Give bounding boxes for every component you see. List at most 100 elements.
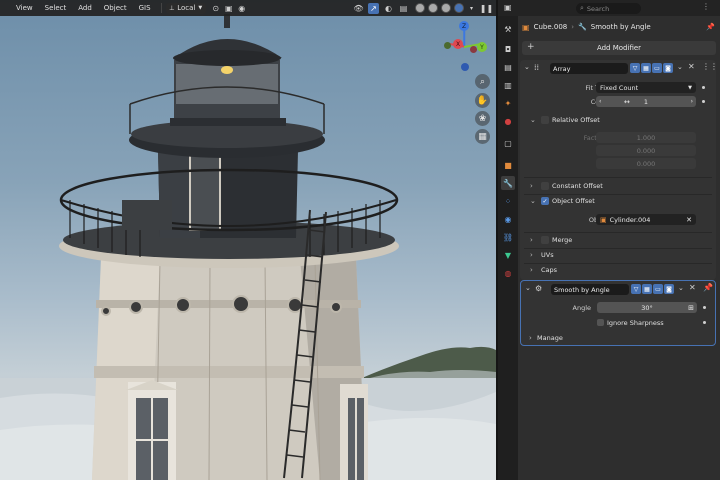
menu-view[interactable]: View xyxy=(10,4,39,12)
proportional-edit-icon[interactable]: ◉ xyxy=(236,3,247,14)
cage-toggle-icon[interactable]: ▦ xyxy=(641,63,651,73)
object-tab-icon[interactable]: ■ xyxy=(501,158,515,172)
ignore-sharpness-checkbox[interactable] xyxy=(597,319,604,326)
particles-tab-icon[interactable]: ⁘ xyxy=(501,194,515,208)
scene-tab-icon[interactable]: ✦ xyxy=(501,96,515,110)
smooth-modifier-header[interactable]: ⌄ ⚙ Smooth by Angle ▽ ▦ ▭ ◙ ⌄ ✕ 📌 xyxy=(521,281,717,297)
gizmo-y-axis[interactable]: Y xyxy=(477,42,487,52)
collapse-chevron-icon[interactable]: ⌄ xyxy=(524,63,530,71)
keyframe-dot[interactable] xyxy=(703,321,706,324)
tool-tab-icon[interactable]: ⚒ xyxy=(501,22,515,36)
menu-gis[interactable]: GIS xyxy=(133,4,157,12)
cage-toggle-icon[interactable]: ▦ xyxy=(642,284,652,294)
render-tab-icon[interactable]: ◘ xyxy=(501,42,515,56)
viewport-toggle-icon[interactable]: ▭ xyxy=(652,63,662,73)
merge-subpanel[interactable]: › Merge xyxy=(520,233,716,247)
fit-type-dropdown[interactable]: Fixed Count ▼ xyxy=(596,82,696,93)
constant-offset-checkbox[interactable] xyxy=(541,182,549,190)
gizmo-neg-y-axis[interactable] xyxy=(444,42,451,49)
menu-add[interactable]: Add xyxy=(72,4,98,12)
grid-view-icon[interactable]: ▦ xyxy=(475,129,490,144)
data-tab-icon[interactable]: ▼ xyxy=(501,248,515,262)
array-modifier-header[interactable]: ⌄ ⁞⁞ Array ▽ ▦ ▭ ◙ ⌄ ✕ ⋮⋮ xyxy=(520,60,718,76)
drag-handle-icon[interactable]: ⋮⋮ xyxy=(702,62,718,71)
add-modifier-button[interactable]: + Add Modifier xyxy=(522,41,716,55)
navigation-gizmo[interactable]: Z X Y xyxy=(440,20,490,74)
shading-options-icon[interactable]: ▾ xyxy=(466,3,477,14)
pause-icon[interactable]: ❚❚ xyxy=(480,3,493,14)
relative-offset-checkbox[interactable] xyxy=(541,116,549,124)
pin-icon[interactable]: 📌 xyxy=(706,23,715,31)
options-icon[interactable]: ⋮ xyxy=(702,2,710,11)
menu-select[interactable]: Select xyxy=(39,4,73,12)
dropdown-chevron-icon[interactable]: ⌄ xyxy=(678,284,684,292)
render-toggle-icon[interactable]: ◙ xyxy=(664,284,674,294)
factor-x-field[interactable]: 1.000 xyxy=(596,132,696,143)
factor-z-field[interactable]: 0.000 xyxy=(596,158,696,169)
clear-icon[interactable]: ✕ xyxy=(686,216,692,224)
object-field[interactable]: ▣ Cylinder.004 ✕ xyxy=(596,214,696,225)
angle-field[interactable]: 30° ⊞ xyxy=(597,302,697,313)
smooth-name-field[interactable]: Smooth by Angle xyxy=(551,284,629,295)
pin-icon[interactable]: 📌 xyxy=(703,283,713,292)
remove-modifier-icon[interactable]: ✕ xyxy=(688,62,695,71)
object-offset-subpanel[interactable]: ⌄ ✓ Object Offset xyxy=(520,194,716,208)
object-row: Object ▣ Cylinder.004 ✕ xyxy=(520,213,716,226)
gizmo-neg-x-axis[interactable] xyxy=(470,46,477,53)
material-shading-icon[interactable] xyxy=(441,3,451,13)
decrement-icon[interactable]: ‹ xyxy=(599,98,601,105)
caps-subpanel[interactable]: › Caps xyxy=(520,263,716,277)
remove-modifier-icon[interactable]: ✕ xyxy=(689,283,696,292)
pivot-icon[interactable]: ⊙ xyxy=(210,3,221,14)
pan-hand-icon[interactable]: ✋ xyxy=(475,93,490,108)
search-field[interactable]: ⌕ Search xyxy=(576,3,641,14)
object-offset-checkbox[interactable]: ✓ xyxy=(541,197,549,205)
solid-shading-icon[interactable] xyxy=(428,3,438,13)
chevron-down-icon: ⌄ xyxy=(530,116,536,124)
gizmo-neg-z-axis[interactable] xyxy=(461,63,469,71)
edit-mode-toggle-icon[interactable]: ▽ xyxy=(631,284,641,294)
keyframe-dot[interactable] xyxy=(702,100,705,103)
constraints-tab-icon[interactable]: ⛓ xyxy=(501,230,515,244)
world-tab-icon[interactable]: ● xyxy=(501,114,515,128)
gizmo-toggle-icon[interactable]: ↗ xyxy=(368,2,379,14)
render-toggle-icon[interactable]: ◙ xyxy=(663,63,673,73)
relative-offset-subpanel[interactable]: ⌄ Relative Offset xyxy=(520,113,716,127)
physics-tab-icon[interactable]: ◉ xyxy=(501,212,515,226)
collection-tab-icon[interactable]: ▢ xyxy=(501,136,515,150)
gizmo-x-axis[interactable]: X xyxy=(453,39,463,49)
material-tab-icon[interactable]: ◍ xyxy=(501,266,515,280)
uvs-subpanel[interactable]: › UVs xyxy=(520,248,716,262)
xray-icon[interactable]: ▤ xyxy=(398,3,409,14)
view-layer-tab-icon[interactable]: ▥ xyxy=(501,78,515,92)
count-field[interactable]: ‹ ↔ 1 › xyxy=(596,96,696,107)
keyframe-dot[interactable] xyxy=(703,306,706,309)
node-socket-icon[interactable]: ⊞ xyxy=(688,304,694,312)
edit-mode-toggle-icon[interactable]: ▽ xyxy=(630,63,640,73)
collapse-chevron-icon[interactable]: ⌄ xyxy=(525,284,531,292)
array-name-field[interactable]: Array xyxy=(550,63,628,74)
keyframe-dot[interactable] xyxy=(702,86,705,89)
3d-viewport[interactable]: View Select Add Object GIS ⟂ Local ▼ ⊙ ▣… xyxy=(0,0,496,480)
viewport-toggle-icon[interactable]: ▭ xyxy=(653,284,663,294)
output-tab-icon[interactable]: ▤ xyxy=(501,60,515,74)
zoom-icon[interactable]: ⌕ xyxy=(475,74,490,89)
rendered-shading-icon[interactable] xyxy=(454,3,464,13)
gizmo-z-axis[interactable]: Z xyxy=(459,21,469,31)
overlay-icon[interactable]: ◐ xyxy=(383,3,394,14)
merge-checkbox[interactable] xyxy=(541,236,549,244)
menu-object[interactable]: Object xyxy=(98,4,133,12)
wireframe-shading-icon[interactable] xyxy=(415,3,425,13)
array-modifier-panel: ⌄ ⁞⁞ Array ▽ ▦ ▭ ◙ ⌄ ✕ ⋮⋮ Fit Type Fixed… xyxy=(520,60,718,280)
visibility-icon[interactable]: 👁 xyxy=(353,3,364,14)
camera-view-icon[interactable]: ❀ xyxy=(475,111,490,126)
manage-subpanel[interactable]: › Manage xyxy=(521,331,717,345)
editor-type-icon[interactable]: ▣ xyxy=(504,3,512,12)
factor-y-field[interactable]: 0.000 xyxy=(596,145,696,156)
transform-orientation-dropdown[interactable]: ⟂ Local ▼ xyxy=(165,2,207,14)
constant-offset-subpanel[interactable]: › Constant Offset xyxy=(520,179,716,193)
increment-icon[interactable]: › xyxy=(691,98,693,105)
dropdown-chevron-icon[interactable]: ⌄ xyxy=(677,63,683,71)
snap-icon[interactable]: ▣ xyxy=(223,3,234,14)
modifier-tab-icon[interactable]: 🔧 xyxy=(501,176,515,190)
